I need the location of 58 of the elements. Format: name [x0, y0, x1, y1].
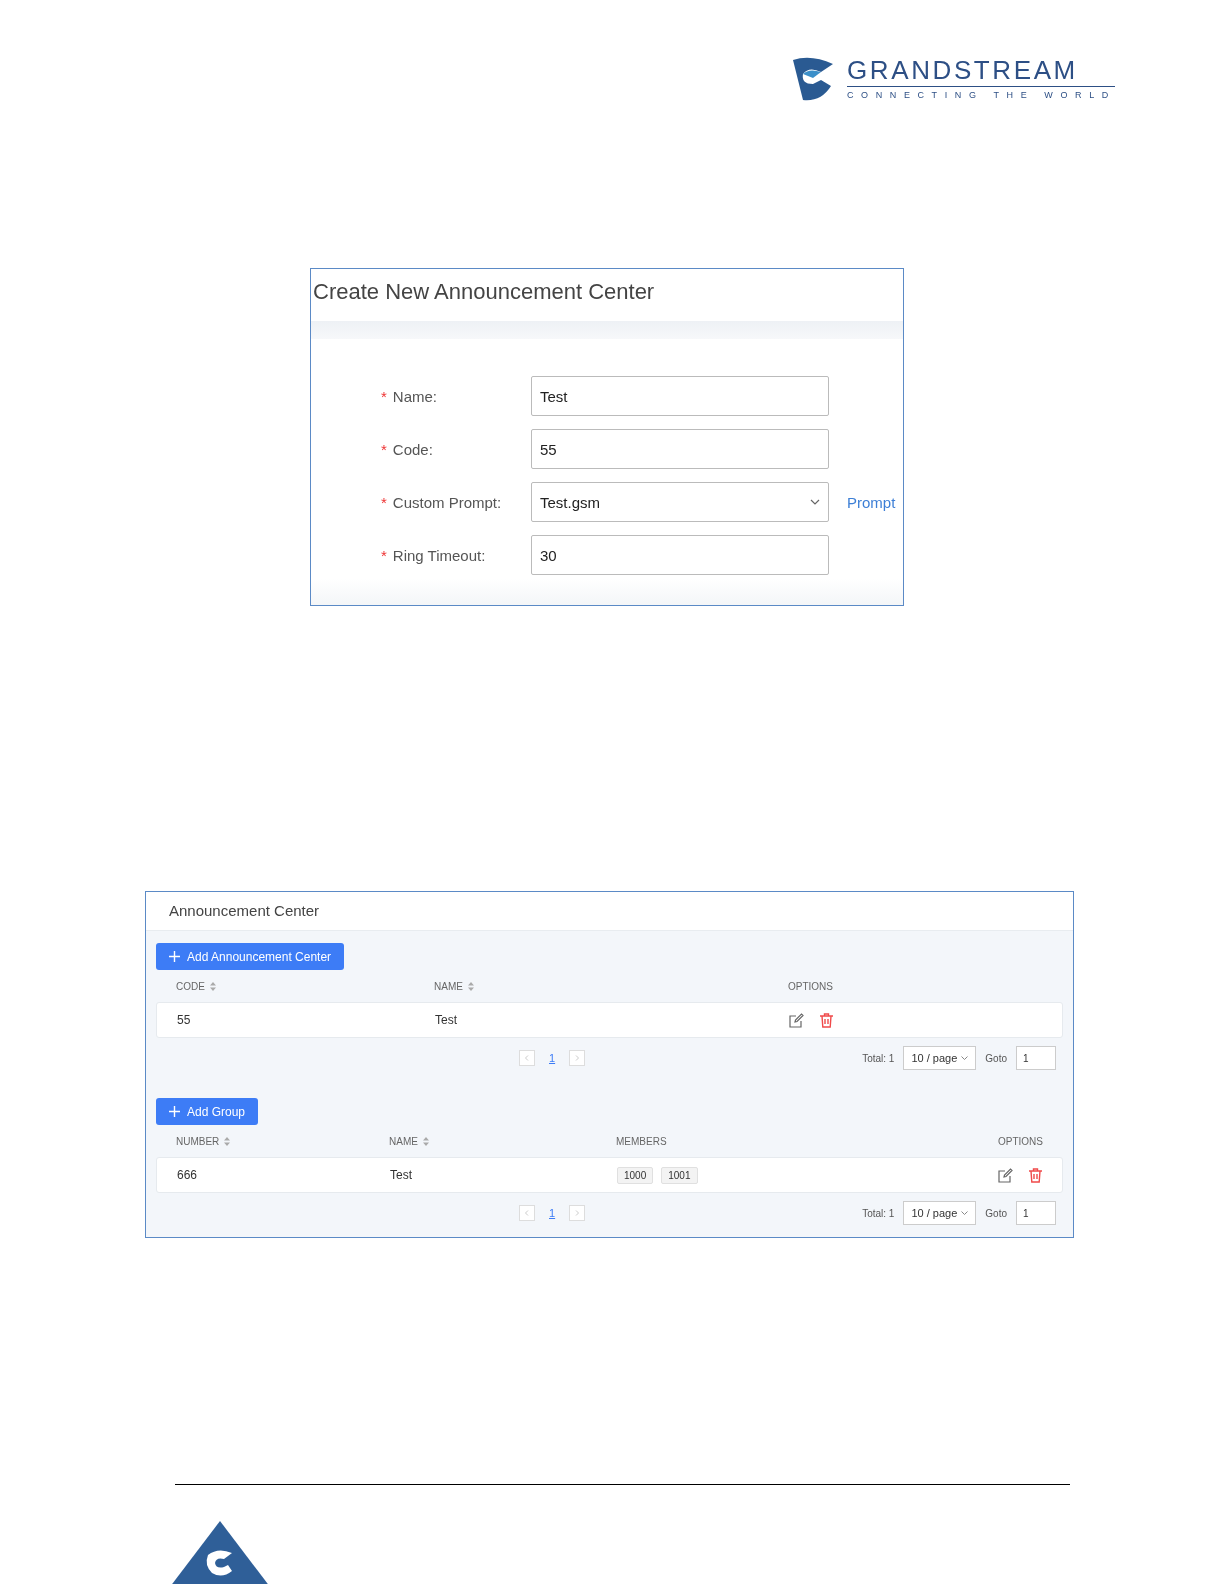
required-mark: *: [381, 493, 387, 511]
table-cell: Test: [435, 1013, 457, 1027]
delete-icon[interactable]: [820, 1012, 833, 1028]
sort-icon[interactable]: [224, 1136, 231, 1146]
table-cell: Test: [390, 1168, 412, 1182]
add-button[interactable]: Add Group: [156, 1098, 259, 1125]
column-header[interactable]: NAME: [389, 1135, 418, 1147]
goto-label: Goto: [985, 1207, 1007, 1219]
page-number[interactable]: 1: [545, 1207, 560, 1219]
sort-icon[interactable]: [422, 1136, 429, 1146]
column-header[interactable]: NUMBER: [176, 1135, 220, 1147]
edit-icon[interactable]: [998, 1167, 1013, 1183]
column-header[interactable]: CODE: [176, 980, 205, 992]
edit-icon[interactable]: [789, 1012, 804, 1028]
add-button[interactable]: Add Announcement Center: [156, 943, 345, 970]
previous-page-button[interactable]: [519, 1050, 535, 1066]
field-label: Name:: [392, 387, 438, 405]
required-mark: *: [381, 387, 387, 405]
field-label: Ring Timeout:: [392, 546, 486, 564]
field-label: Code:: [392, 440, 433, 458]
page-number[interactable]: 1: [545, 1052, 560, 1064]
member-tag: 1001: [661, 1166, 698, 1184]
column-header: OPTIONS: [788, 980, 833, 992]
goto-field[interactable]: 1: [1016, 1046, 1056, 1070]
column-header[interactable]: NAME: [434, 980, 463, 992]
prompt-link[interactable]: Prompt: [847, 493, 896, 511]
column-header: OPTIONS: [998, 1135, 1043, 1147]
input-field[interactable]: 30: [531, 535, 829, 575]
sort-icon[interactable]: [467, 981, 474, 991]
delete-icon[interactable]: [1029, 1167, 1042, 1183]
next-page-button[interactable]: [569, 1050, 586, 1066]
required-mark: *: [381, 546, 387, 564]
required-mark: *: [381, 440, 387, 458]
chevron-down-icon: [961, 1056, 969, 1060]
logo-tagline: CONNECTING THE WORLD: [847, 90, 1115, 100]
page-size-select[interactable]: 10 / page: [903, 1201, 977, 1225]
plus-icon: [169, 1106, 180, 1117]
goto-label: Goto: [985, 1052, 1007, 1064]
chevron-down-icon: [961, 1211, 969, 1215]
plus-icon: [169, 951, 180, 962]
page-size-select[interactable]: 10 / page: [903, 1046, 977, 1070]
total-count: Total: 1: [862, 1207, 895, 1219]
next-page-button[interactable]: [569, 1205, 586, 1221]
total-count: Total: 1: [862, 1052, 895, 1064]
member-tag: 1000: [617, 1166, 654, 1184]
select-field[interactable]: Test.gsm: [531, 482, 829, 522]
chevron-down-icon: [810, 499, 820, 505]
table-cell: 55: [177, 1013, 191, 1027]
sort-icon[interactable]: [209, 981, 216, 991]
table-cell: 666: [177, 1168, 198, 1182]
input-field[interactable]: Test: [531, 376, 829, 416]
field-label: Custom Prompt:: [392, 493, 502, 511]
dialog-title: Create New Announcement Center: [312, 278, 656, 306]
previous-page-button[interactable]: [519, 1205, 535, 1221]
column-header: MEMBERS: [616, 1135, 667, 1147]
input-field[interactable]: 55: [531, 429, 829, 469]
goto-field[interactable]: 1: [1016, 1201, 1056, 1225]
logo-name: GRANDSTREAM: [847, 56, 1079, 84]
